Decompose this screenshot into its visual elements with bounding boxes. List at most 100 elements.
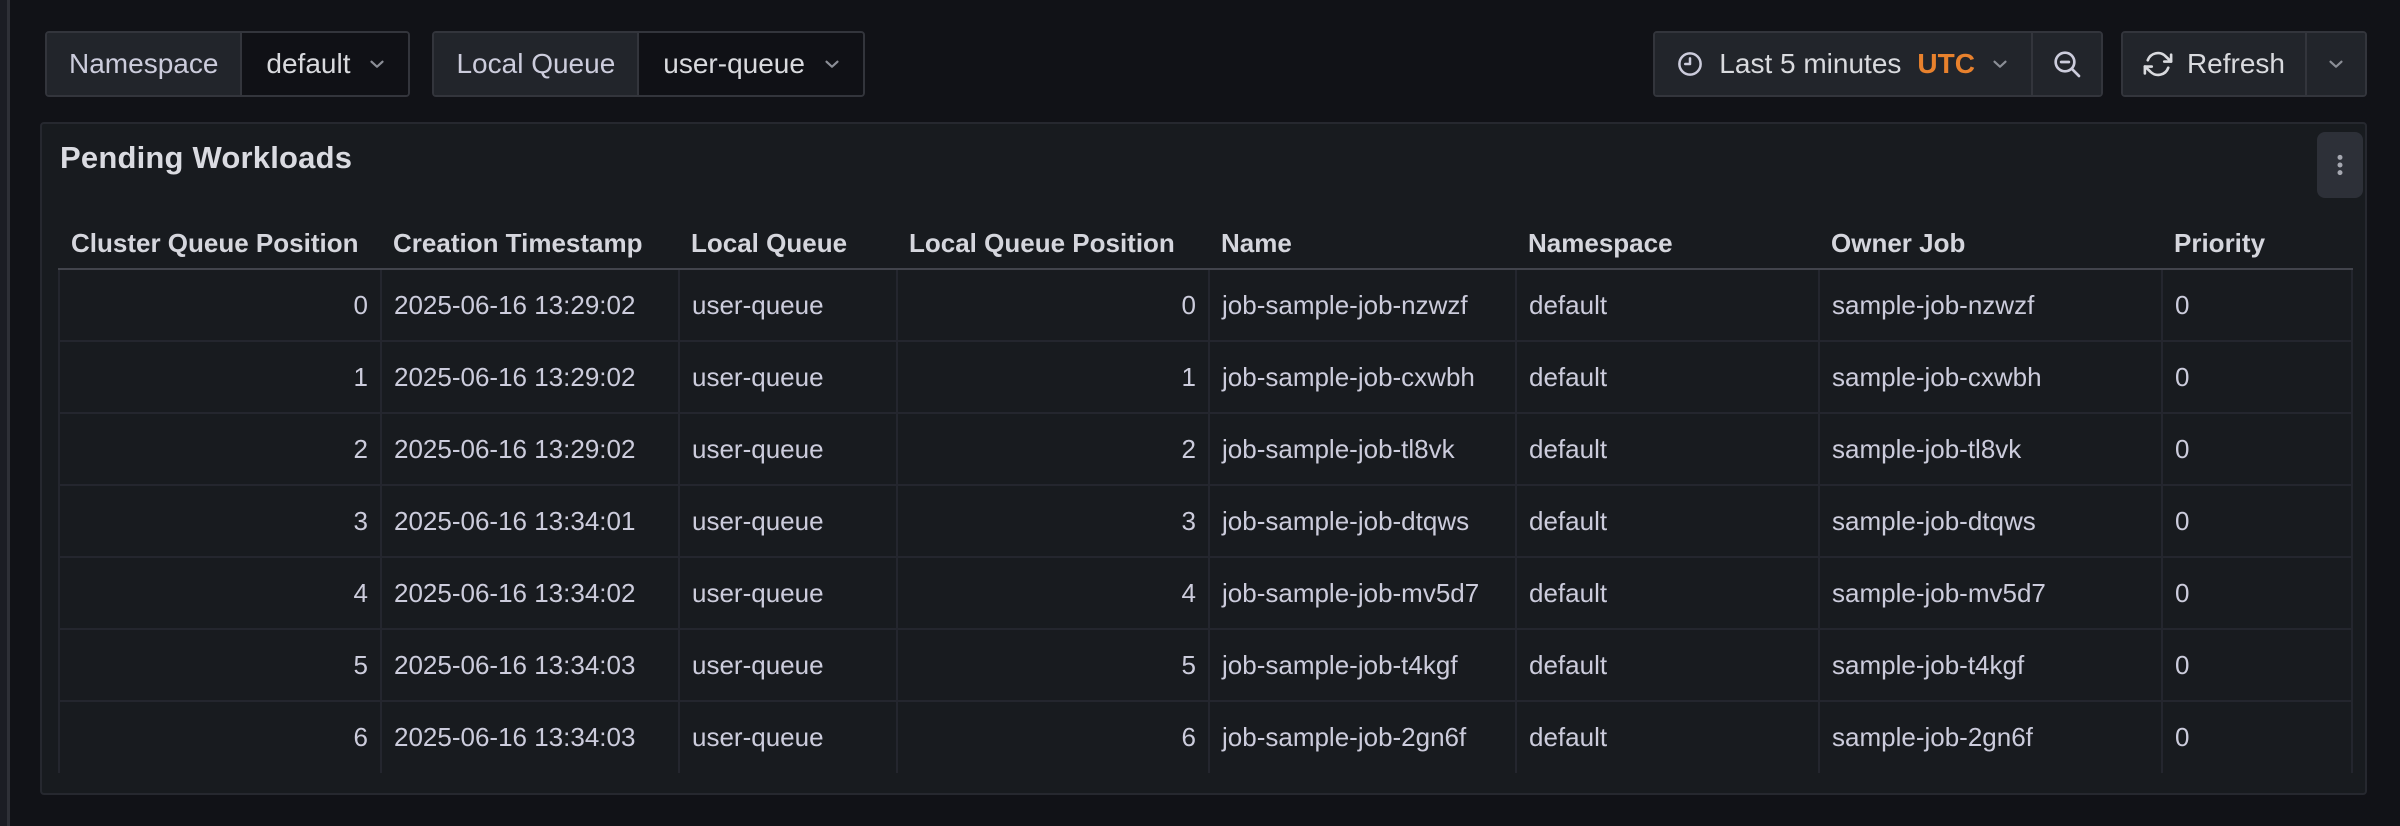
time-range-label: Last 5 minutes	[1719, 48, 1901, 80]
refresh-icon	[2143, 49, 2173, 79]
refresh-interval-dropdown[interactable]	[2305, 33, 2365, 95]
table-cell: user-queue	[679, 341, 897, 413]
local-queue-variable-dropdown[interactable]: user-queue	[637, 33, 863, 95]
chevron-down-icon	[1989, 53, 2011, 75]
table-cell: job-sample-job-cxwbh	[1209, 341, 1516, 413]
table-cell: sample-job-2gn6f	[1819, 701, 2162, 773]
chevron-down-icon	[2325, 53, 2347, 75]
table-row: 12025-06-16 13:29:02user-queue1job-sampl…	[59, 341, 2352, 413]
time-range-picker[interactable]: Last 5 minutes UTC	[1655, 33, 2031, 95]
column-header-creation-timestamp[interactable]: Creation Timestamp	[381, 218, 679, 269]
table-cell: 4	[59, 557, 381, 629]
table-cell: default	[1516, 557, 1819, 629]
table-body: 02025-06-16 13:29:02user-queue0job-sampl…	[59, 269, 2352, 773]
chevron-down-icon	[821, 53, 843, 75]
table-cell: 2025-06-16 13:34:01	[381, 485, 679, 557]
zoom-out-button[interactable]	[2031, 33, 2101, 95]
refresh-button[interactable]: Refresh	[2123, 33, 2305, 95]
table-cell: 4	[897, 557, 1209, 629]
panel-title[interactable]: Pending Workloads	[60, 140, 352, 176]
table-cell: user-queue	[679, 485, 897, 557]
table-cell: 2025-06-16 13:29:02	[381, 341, 679, 413]
table-cell: 0	[2162, 701, 2352, 773]
column-header-owner-job[interactable]: Owner Job	[1819, 218, 2162, 269]
table-cell: 0	[2162, 485, 2352, 557]
table-cell: job-sample-job-2gn6f	[1209, 701, 1516, 773]
table-cell: user-queue	[679, 629, 897, 701]
table-cell: job-sample-job-nzwzf	[1209, 269, 1516, 341]
table-cell: default	[1516, 485, 1819, 557]
left-edge-strip	[0, 0, 10, 826]
clock-icon	[1675, 49, 1705, 79]
table-row: 32025-06-16 13:34:01user-queue3job-sampl…	[59, 485, 2352, 557]
column-header-namespace[interactable]: Namespace	[1516, 218, 1819, 269]
table-cell: 0	[2162, 557, 2352, 629]
table-cell: 5	[59, 629, 381, 701]
table-cell: 0	[2162, 269, 2352, 341]
table-cell: job-sample-job-tl8vk	[1209, 413, 1516, 485]
namespace-variable-control: Namespace default	[45, 31, 410, 97]
table-row: 22025-06-16 13:29:02user-queue2job-sampl…	[59, 413, 2352, 485]
table-cell: 6	[59, 701, 381, 773]
pending-workloads-panel: Pending Workloads Cluster Queue Position…	[40, 122, 2367, 795]
kebab-menu-icon	[2327, 152, 2353, 178]
table-cell: job-sample-job-mv5d7	[1209, 557, 1516, 629]
time-picker-group: Last 5 minutes UTC	[1653, 31, 2103, 97]
table-cell: default	[1516, 629, 1819, 701]
table-cell: 0	[2162, 413, 2352, 485]
local-queue-variable-value: user-queue	[663, 48, 805, 80]
table-cell: job-sample-job-t4kgf	[1209, 629, 1516, 701]
table-cell: 0	[2162, 629, 2352, 701]
table-container: Cluster Queue Position Creation Timestam…	[58, 218, 2353, 773]
column-header-priority[interactable]: Priority	[2162, 218, 2352, 269]
namespace-variable-value: default	[266, 48, 350, 80]
column-header-name[interactable]: Name	[1209, 218, 1516, 269]
local-queue-variable-control: Local Queue user-queue	[432, 31, 864, 97]
table-cell: 6	[897, 701, 1209, 773]
refresh-group: Refresh	[2121, 31, 2367, 97]
table-cell: 2	[59, 413, 381, 485]
table-cell: 2025-06-16 13:34:03	[381, 701, 679, 773]
table-cell: 0	[897, 269, 1209, 341]
panel-menu-button[interactable]	[2317, 132, 2363, 198]
table-cell: job-sample-job-dtqws	[1209, 485, 1516, 557]
table-cell: default	[1516, 701, 1819, 773]
panel-header: Pending Workloads	[42, 124, 2365, 184]
dashboard-controls: Namespace default Local Queue user-queue…	[45, 31, 2367, 97]
pending-workloads-table: Cluster Queue Position Creation Timestam…	[58, 218, 2353, 773]
table-cell: 3	[897, 485, 1209, 557]
table-cell: sample-job-nzwzf	[1819, 269, 2162, 341]
table-cell: sample-job-dtqws	[1819, 485, 2162, 557]
zoom-out-icon	[2051, 48, 2083, 80]
table-row: 62025-06-16 13:34:03user-queue6job-sampl…	[59, 701, 2352, 773]
table-cell: user-queue	[679, 413, 897, 485]
table-row: 02025-06-16 13:29:02user-queue0job-sampl…	[59, 269, 2352, 341]
column-header-local-queue-position[interactable]: Local Queue Position	[897, 218, 1209, 269]
table-cell: 2025-06-16 13:34:03	[381, 629, 679, 701]
table-cell: user-queue	[679, 701, 897, 773]
table-cell: sample-job-cxwbh	[1819, 341, 2162, 413]
local-queue-variable-label: Local Queue	[434, 33, 637, 95]
column-header-local-queue[interactable]: Local Queue	[679, 218, 897, 269]
table-cell: default	[1516, 341, 1819, 413]
table-cell: 2025-06-16 13:29:02	[381, 269, 679, 341]
table-cell: 2	[897, 413, 1209, 485]
table-header-row: Cluster Queue Position Creation Timestam…	[59, 218, 2352, 269]
variable-controls: Namespace default Local Queue user-queue	[45, 31, 865, 97]
table-cell: user-queue	[679, 557, 897, 629]
table-cell: 0	[59, 269, 381, 341]
table-cell: default	[1516, 269, 1819, 341]
table-cell: 2025-06-16 13:29:02	[381, 413, 679, 485]
table-cell: 5	[897, 629, 1209, 701]
table-row: 52025-06-16 13:34:03user-queue5job-sampl…	[59, 629, 2352, 701]
table-row: 42025-06-16 13:34:02user-queue4job-sampl…	[59, 557, 2352, 629]
table-cell: sample-job-t4kgf	[1819, 629, 2162, 701]
table-cell: sample-job-tl8vk	[1819, 413, 2162, 485]
column-header-cluster-queue-position[interactable]: Cluster Queue Position	[59, 218, 381, 269]
namespace-variable-label: Namespace	[47, 33, 240, 95]
table-cell: 2025-06-16 13:34:02	[381, 557, 679, 629]
table-cell: 1	[59, 341, 381, 413]
namespace-variable-dropdown[interactable]: default	[240, 33, 408, 95]
table-cell: user-queue	[679, 269, 897, 341]
table-cell: 0	[2162, 341, 2352, 413]
